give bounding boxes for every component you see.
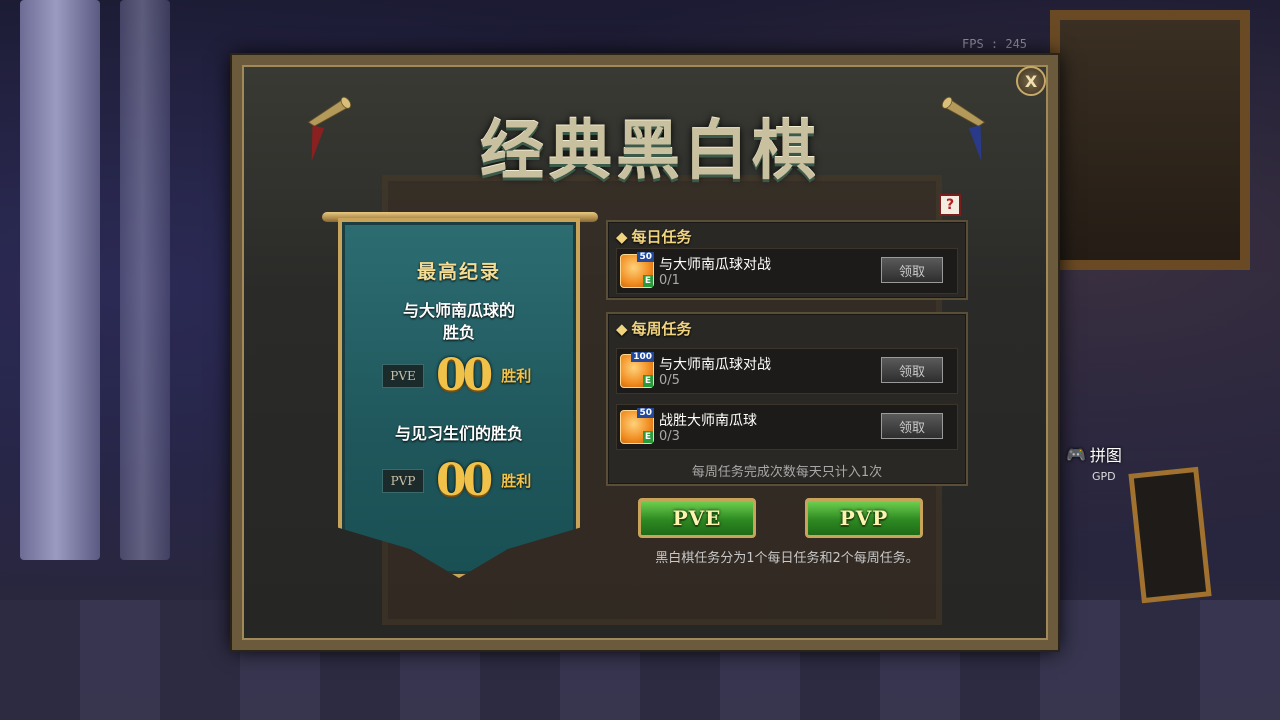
background-easel bbox=[1128, 466, 1212, 604]
pvp-record-row: PVP 00 胜利 bbox=[382, 455, 531, 506]
background-pillar-left bbox=[20, 0, 100, 560]
weekly-tasks-section: ◆ 每周任务 100 E 与大师南瓜球对战 0/5 领取 50 E 战胜大师南瓜球… bbox=[606, 312, 968, 486]
weekly-note: 每周任务完成次数每天只计入1次 bbox=[691, 465, 883, 480]
diamond-icon: ◆ bbox=[616, 228, 628, 246]
pvp-mode-tag: PVP bbox=[382, 468, 424, 493]
background-pillar-mid bbox=[120, 0, 170, 560]
pvp-button[interactable]: PVP bbox=[805, 498, 923, 538]
list-item: 50 E 战胜大师南瓜球 0/3 领取 bbox=[616, 404, 958, 450]
reward-coin-icon: 100 E bbox=[620, 352, 654, 388]
task-name: 与大师南瓜球对战 bbox=[659, 357, 771, 373]
left-horn-icon bbox=[307, 96, 352, 162]
reward-qty: 100 bbox=[631, 352, 654, 362]
puzzle-button[interactable]: 🎮 拼图 bbox=[1066, 442, 1122, 466]
pve-record-row: PVE 00 胜利 bbox=[382, 350, 531, 401]
pve-caption-line1: 与大师南瓜球的 bbox=[402, 301, 515, 320]
task-name: 战胜大师南瓜球 bbox=[659, 413, 757, 429]
weekly-tasks-heading: ◆ 每周任务 bbox=[616, 318, 692, 339]
help-icon[interactable]: ? bbox=[939, 194, 961, 216]
reward-badge-icon: E bbox=[643, 375, 653, 387]
claim-button[interactable]: 领取 bbox=[881, 357, 943, 383]
list-item: 100 E 与大师南瓜球对战 0/5 领取 bbox=[616, 348, 958, 394]
reward-badge-icon: E bbox=[643, 275, 653, 287]
pvp-win-label: 胜利 bbox=[501, 472, 532, 490]
pve-win-count: 00 bbox=[436, 350, 493, 401]
pvp-win-count: 00 bbox=[436, 455, 493, 506]
daily-heading-text: 每日任务 bbox=[631, 228, 692, 246]
reward-qty: 50 bbox=[637, 252, 654, 262]
game-title: 经典黑白棋 bbox=[480, 114, 820, 189]
daily-tasks-section: ◆ 每日任务 50 E 与大师南瓜球对战 0/1 领取 bbox=[606, 220, 968, 300]
gamepad-icon: 🎮 bbox=[1066, 444, 1086, 464]
pve-win-label: 胜利 bbox=[501, 367, 532, 385]
pve-caption: 与大师南瓜球的 胜负 bbox=[338, 300, 580, 344]
task-progress: 0/1 bbox=[659, 273, 680, 288]
puzzle-label: 拼图 bbox=[1089, 446, 1122, 465]
daily-tasks-heading: ◆ 每日任务 bbox=[616, 226, 692, 247]
weekly-heading-text: 每周任务 bbox=[631, 320, 692, 338]
task-name: 与大师南瓜球对战 bbox=[659, 257, 771, 273]
task-progress: 0/5 bbox=[659, 373, 680, 388]
right-horn-icon bbox=[941, 96, 986, 162]
gpd-label: GPD bbox=[1092, 470, 1116, 483]
reward-badge-icon: E bbox=[643, 431, 653, 443]
pve-mode-tag: PVE bbox=[382, 363, 424, 388]
diamond-icon: ◆ bbox=[616, 320, 628, 338]
task-progress: 0/3 bbox=[659, 429, 680, 444]
claim-button[interactable]: 领取 bbox=[881, 413, 943, 439]
background-portrait bbox=[1050, 10, 1250, 270]
reward-coin-icon: 50 E bbox=[620, 408, 654, 444]
claim-button[interactable]: 领取 bbox=[881, 257, 943, 283]
close-button[interactable]: X bbox=[1016, 66, 1046, 96]
reward-coin-icon: 50 E bbox=[620, 252, 654, 288]
list-item: 50 E 与大师南瓜球对战 0/1 领取 bbox=[616, 248, 958, 294]
fps-counter: FPS : 245 bbox=[962, 37, 1028, 51]
reward-qty: 50 bbox=[637, 408, 654, 418]
pve-button[interactable]: PVE bbox=[638, 498, 756, 538]
pvp-caption: 与见习生们的胜负 bbox=[394, 424, 523, 443]
record-title: 最高纪录 bbox=[416, 261, 501, 283]
footer-note: 黑白棋任务分为1个每日任务和2个每周任务。 bbox=[655, 551, 919, 566]
pve-caption-line2: 胜负 bbox=[442, 323, 475, 342]
